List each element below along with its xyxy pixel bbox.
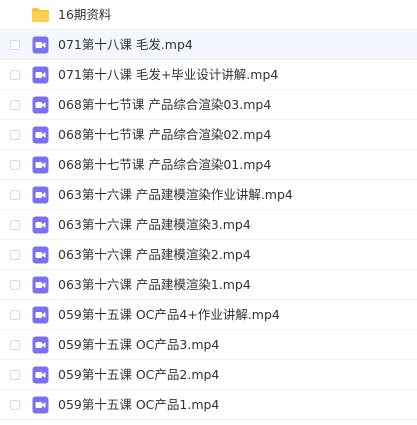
row-checkbox[interactable] (10, 280, 20, 290)
row-checkbox[interactable] (10, 370, 20, 380)
file-name[interactable]: 071第十八课 毛发+毕业设计讲解.mp4 (58, 60, 278, 90)
video-file-icon (32, 156, 49, 174)
row-checkbox[interactable] (10, 100, 20, 110)
file-name[interactable]: 063第十六课 产品建模渲染3.mp4 (58, 210, 251, 240)
video-file-icon (32, 96, 49, 114)
file-name[interactable]: 16期资料 (58, 0, 111, 30)
file-name[interactable]: 059第十五课 OC产品2.mp4 (58, 360, 219, 390)
file-name[interactable]: 068第十七节课 产品综合渲染01.mp4 (58, 150, 271, 180)
row-checkbox[interactable] (10, 130, 20, 140)
file-row[interactable]: 071第十八课 毛发+毕业设计讲解.mp4 (0, 60, 417, 90)
row-checkbox[interactable] (10, 40, 20, 50)
row-checkbox[interactable] (10, 70, 20, 80)
folder-icon (32, 8, 49, 22)
video-file-icon (32, 216, 49, 234)
video-file-icon (32, 36, 49, 54)
file-name[interactable]: 063第十六课 产品建模渲染作业讲解.mp4 (58, 180, 293, 210)
file-row[interactable]: 059第十五课 OC产品3.mp4 (0, 330, 417, 360)
file-name[interactable]: 059第十五课 OC产品3.mp4 (58, 330, 219, 360)
video-file-icon (32, 306, 49, 324)
video-file-icon (32, 366, 49, 384)
row-checkbox[interactable] (10, 310, 20, 320)
file-row[interactable]: 063第十六课 产品建模渲染3.mp4 (0, 210, 417, 240)
file-row[interactable]: 068第十七节课 产品综合渲染02.mp4 (0, 120, 417, 150)
file-row[interactable]: 068第十七节课 产品综合渲染03.mp4 (0, 90, 417, 120)
video-file-icon (32, 126, 49, 144)
video-file-icon (32, 336, 49, 354)
file-row[interactable]: 063第十六课 产品建模渲染2.mp4 (0, 240, 417, 270)
file-row[interactable]: 059第十五课 OC产品1.mp4 (0, 390, 417, 420)
row-checkbox[interactable] (10, 250, 20, 260)
row-checkbox[interactable] (10, 220, 20, 230)
row-checkbox[interactable] (10, 160, 20, 170)
file-row[interactable]: 063第十六课 产品建模渲染1.mp4 (0, 270, 417, 300)
file-name[interactable]: 068第十七节课 产品综合渲染02.mp4 (58, 120, 271, 150)
file-name[interactable]: 059第十五课 OC产品1.mp4 (58, 390, 219, 420)
file-name[interactable]: 063第十六课 产品建模渲染1.mp4 (58, 270, 251, 300)
file-name[interactable]: 059第十五课 OC产品4+作业讲解.mp4 (58, 300, 280, 330)
file-row[interactable]: 059第十五课 OC产品2.mp4 (0, 360, 417, 390)
file-list: 16期资料 071第十八课 毛发.mp4 071第十八课 毛发+毕业设计讲解.m… (0, 0, 417, 420)
video-file-icon (32, 186, 49, 204)
file-row[interactable]: 068第十七节课 产品综合渲染01.mp4 (0, 150, 417, 180)
file-row[interactable]: 059第十五课 OC产品4+作业讲解.mp4 (0, 300, 417, 330)
video-file-icon (32, 396, 49, 414)
file-name[interactable]: 063第十六课 产品建模渲染2.mp4 (58, 240, 251, 270)
row-checkbox[interactable] (10, 400, 20, 410)
video-file-icon (32, 246, 49, 264)
file-name[interactable]: 068第十七节课 产品综合渲染03.mp4 (58, 90, 271, 120)
file-name[interactable]: 071第十八课 毛发.mp4 (58, 30, 193, 60)
file-row-folder[interactable]: 16期资料 (0, 0, 417, 30)
file-row[interactable]: 071第十八课 毛发.mp4 (0, 30, 417, 60)
file-row[interactable]: 063第十六课 产品建模渲染作业讲解.mp4 (0, 180, 417, 210)
row-checkbox[interactable] (10, 190, 20, 200)
video-file-icon (32, 66, 49, 84)
row-checkbox[interactable] (10, 340, 20, 350)
video-file-icon (32, 276, 49, 294)
